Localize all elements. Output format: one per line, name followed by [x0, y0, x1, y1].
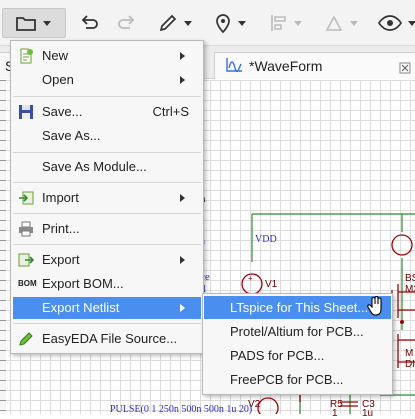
submenu-item-label: Protel/Altium for PCB... [230, 324, 364, 339]
chevron-right-icon [180, 52, 185, 60]
rotate-icon [324, 13, 344, 33]
menu-item-print[interactable]: Print... [13, 218, 201, 240]
folder-icon [15, 14, 37, 32]
chevron-down-icon [184, 20, 192, 26]
menu-item-label: Export Netlist [42, 300, 120, 315]
menu-item-label: Export [42, 252, 80, 267]
menu-item-label: Save As... [42, 128, 101, 143]
menu-divider [13, 323, 201, 324]
file-menu: New Open Save... Ctrl+S Save As... Save … [10, 40, 204, 354]
menu-item-save-as-module[interactable]: Save As Module... [13, 156, 201, 178]
chevron-right-icon [180, 256, 185, 264]
menu-item-easyeda-file-source[interactable]: EasyEDA File Source... [13, 328, 201, 350]
menu-item-label: EasyEDA File Source... [42, 331, 178, 346]
submenu-item-ltspice[interactable]: LTspice for This Sheet... [204, 296, 391, 319]
export-icon [18, 252, 35, 268]
eye-icon [378, 15, 402, 31]
menu-item-label: Export BOM... [42, 276, 124, 291]
menu-item-save[interactable]: Save... Ctrl+S [13, 101, 201, 123]
submenu-item-label: FreePCB for PCB... [230, 372, 344, 387]
draw-tools-button[interactable] [158, 8, 192, 38]
menu-item-label: Save... [42, 104, 83, 119]
align-tools-button[interactable] [270, 8, 302, 38]
chevron-down-icon [43, 20, 51, 26]
net-label-vdd: VDD [255, 234, 277, 245]
shortcut-label: Ctrl+S [152, 104, 189, 119]
menu-divider [13, 182, 201, 183]
chevron-down-icon [408, 20, 415, 26]
hand-cursor-icon [366, 296, 384, 319]
undo-button[interactable] [80, 8, 100, 38]
submenu-item-protel-altium[interactable]: Protel/Altium for PCB... [204, 320, 391, 343]
designator-v1: V1 [265, 279, 278, 290]
rotate-tools-button[interactable] [324, 8, 358, 38]
chevron-down-icon [238, 20, 246, 26]
view-button[interactable] [378, 8, 415, 38]
location-pin-icon [214, 13, 232, 33]
menu-divider [13, 96, 201, 97]
redo-button[interactable] [116, 8, 136, 38]
designator-di: DI [405, 359, 415, 370]
chevron-down-icon [350, 20, 358, 26]
tab-label: *WaveForm [249, 58, 323, 74]
menu-divider [13, 213, 201, 214]
menu-item-export[interactable]: Export [13, 249, 201, 271]
place-tools-button[interactable] [214, 8, 246, 38]
menu-item-label: Open [42, 72, 74, 87]
import-icon [18, 190, 34, 206]
printer-icon [18, 221, 34, 237]
tab-waveform[interactable]: *WaveForm [214, 52, 415, 79]
designator-bs: BS [405, 273, 415, 284]
chevron-right-icon [180, 194, 185, 202]
submenu-item-freepcb[interactable]: FreePCB for PCB... [204, 368, 391, 391]
designator-m: M [405, 348, 414, 359]
undo-icon [80, 14, 100, 32]
submenu-item-label: LTspice for This Sheet... [230, 300, 369, 315]
waveform-icon [225, 57, 243, 76]
file-menu-button[interactable] [2, 8, 66, 38]
edit-pencil-icon [18, 331, 34, 347]
chevron-right-icon [180, 304, 185, 312]
menu-item-label: Print... [42, 221, 80, 236]
menu-item-label: Import [42, 190, 79, 205]
menu-item-export-netlist[interactable]: Export Netlist [13, 297, 201, 319]
menu-divider [13, 152, 201, 153]
menu-item-new[interactable]: New [13, 45, 201, 67]
menu-item-label: Save As Module... [42, 159, 147, 174]
redo-icon [116, 14, 136, 32]
vertical-ruler [0, 80, 6, 414]
menu-item-open[interactable]: Open [13, 69, 201, 91]
menu-item-label: New [42, 48, 69, 63]
align-icon [270, 13, 288, 33]
menu-item-save-as[interactable]: Save As... [13, 125, 201, 147]
menu-divider [13, 244, 201, 245]
submenu-item-label: PADS for PCB... [230, 348, 325, 363]
menu-item-export-bom[interactable]: BOM Export BOM... [13, 273, 201, 295]
designator-m2: M2 [405, 284, 415, 295]
bom-icon: BOM [18, 279, 37, 288]
close-icon[interactable] [399, 61, 411, 74]
pencil-icon [158, 13, 178, 33]
source-pulse-spec: PULSE(0 1 250n 500n 500n 1u 20) [110, 404, 253, 415]
chevron-down-icon [294, 20, 302, 26]
new-file-icon [18, 48, 34, 64]
menu-item-import[interactable]: Import [13, 187, 201, 209]
submenu-item-pads[interactable]: PADS for PCB... [204, 344, 391, 367]
export-netlist-submenu: LTspice for This Sheet... Protel/Altium … [202, 293, 393, 395]
save-icon [18, 104, 34, 120]
chevron-right-icon [180, 76, 185, 84]
